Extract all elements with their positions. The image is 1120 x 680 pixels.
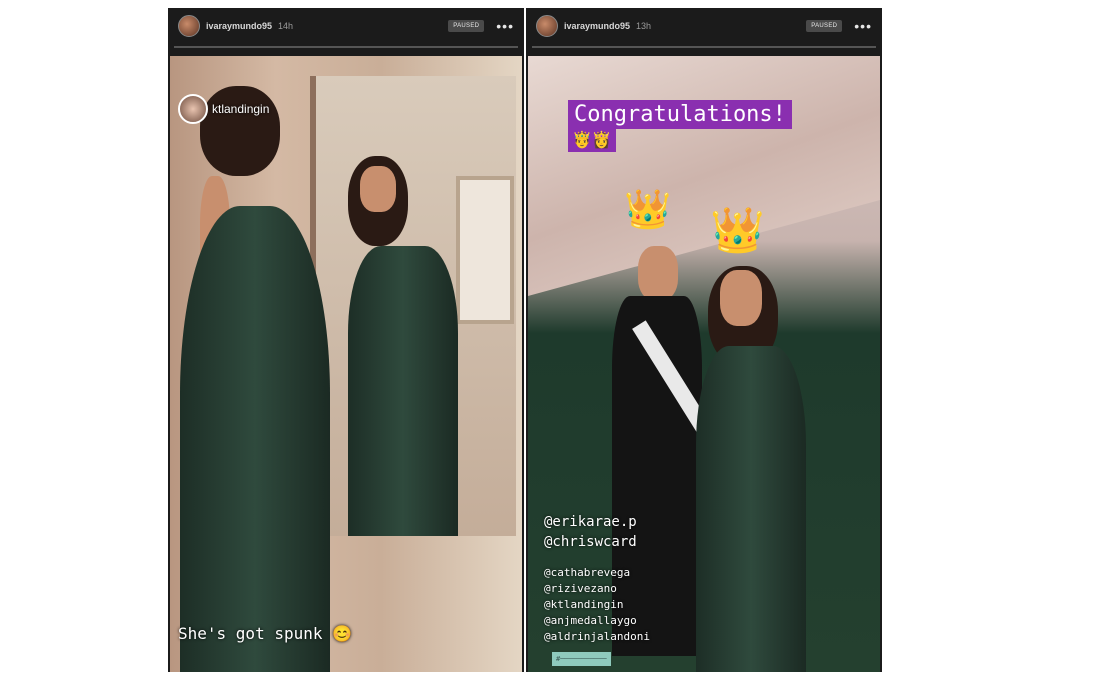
mention-tag[interactable]: @cathabrevega (544, 566, 630, 579)
story-caption: She's got spunk 😊 (178, 624, 353, 643)
mention-tag[interactable]: @chriswcard (544, 534, 637, 550)
story-time: 13h (636, 21, 652, 31)
story-time: 14h (278, 21, 294, 31)
royalty-emoji-sticker: 🤴👸 (568, 128, 616, 152)
face-decor (638, 246, 678, 301)
paused-badge[interactable]: PAUSED (806, 20, 843, 32)
story-progress-bar (174, 46, 518, 48)
mention-label: ktlandingin (212, 102, 270, 116)
story-photo: 👑 👑 Congratulations! 🤴👸 @erikarae.p @chr… (528, 56, 880, 672)
paused-badge[interactable]: PAUSED (448, 20, 485, 32)
mention-avatar (178, 94, 208, 124)
user-avatar[interactable] (536, 15, 558, 37)
crown-sticker-icon: 👑 (710, 206, 765, 255)
story-photo: ktlandingin She's got spunk 😊 (170, 56, 522, 672)
story-panel-left[interactable]: ivaraymundo95 14h PAUSED ••• ktlandingin… (168, 8, 524, 672)
story-panel-right[interactable]: ivaraymundo95 13h PAUSED ••• 👑 👑 Congrat… (526, 8, 882, 672)
face-decor (720, 270, 762, 326)
congratulations-sticker: Congratulations! (568, 100, 792, 129)
story-header: ivaraymundo95 14h PAUSED ••• (168, 8, 524, 44)
face-decor (360, 166, 396, 212)
drape-decor (528, 56, 880, 296)
mention-tag[interactable]: @aldrinjalandoni (544, 630, 650, 643)
mention-tag[interactable]: @rizivezano (544, 582, 617, 595)
hashtag-sticker[interactable]: #─────────── (552, 652, 611, 666)
mention-tag[interactable]: @ktlandingin (544, 598, 623, 611)
dress-decor (696, 346, 806, 672)
wall-frame-decor (456, 176, 514, 324)
mention-tag[interactable]: @anjmedallaygo (544, 614, 637, 627)
story-progress-bar (532, 46, 876, 48)
username[interactable]: ivaraymundo95 (564, 21, 630, 31)
ellipsis-icon[interactable]: ••• (854, 19, 872, 33)
crown-sticker-icon: 👑 (624, 189, 672, 231)
mention-tag[interactable]: @erikarae.p (544, 514, 637, 530)
mention-chip[interactable]: ktlandingin (178, 94, 269, 124)
user-avatar[interactable] (178, 15, 200, 37)
dress-decor (180, 206, 330, 672)
story-header: ivaraymundo95 13h PAUSED ••• (526, 8, 882, 44)
ellipsis-icon[interactable]: ••• (496, 19, 514, 33)
username[interactable]: ivaraymundo95 (206, 21, 272, 31)
dress-decor (348, 246, 458, 536)
